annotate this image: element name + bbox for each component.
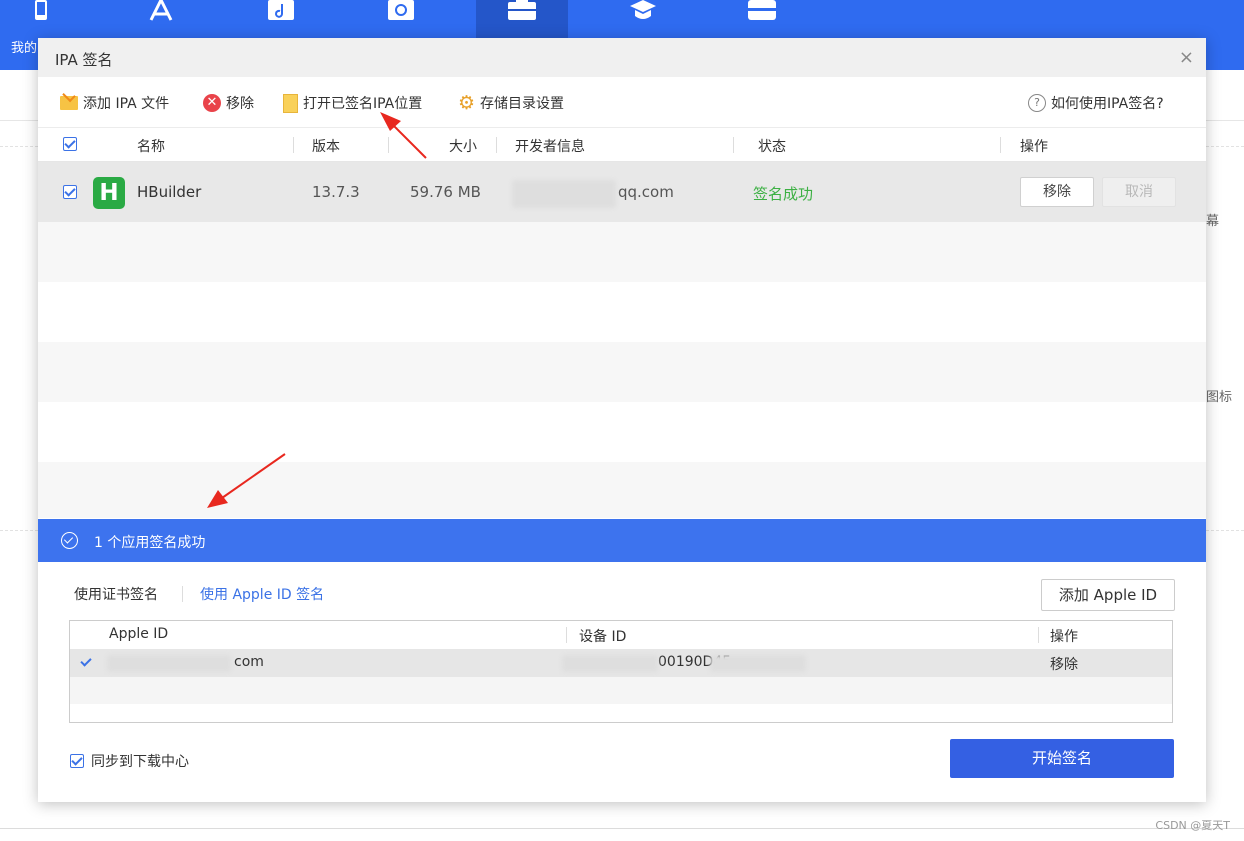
annotation-arrows [207,112,427,508]
red-arrow-icon [380,112,427,159]
red-arrow-icon [207,453,286,508]
